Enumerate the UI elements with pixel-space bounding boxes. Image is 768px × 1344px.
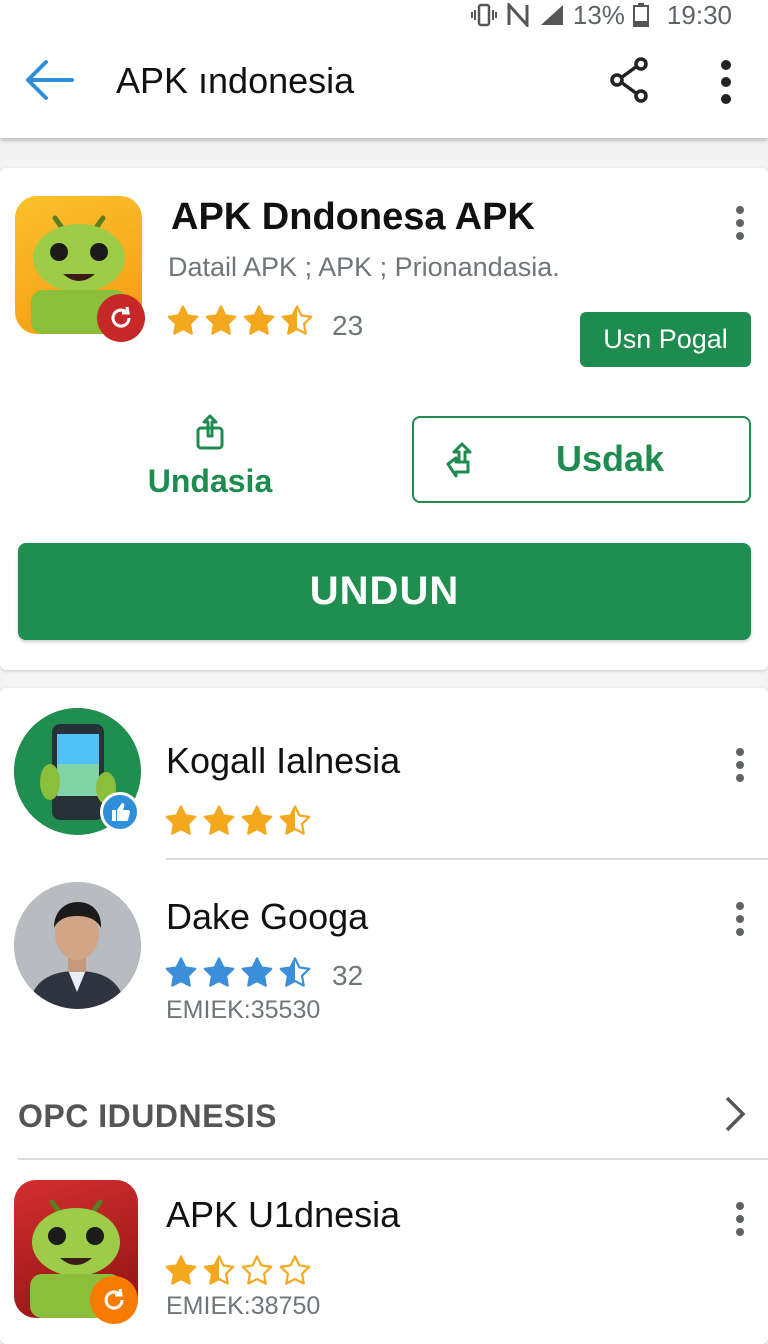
share-action-button[interactable]: Undasia: [140, 412, 280, 502]
list-item[interactable]: Dake Googa 32 EMIEK:35530: [0, 882, 768, 1032]
featured-rating-stars: [166, 304, 314, 338]
divider: [18, 1158, 768, 1160]
section-header[interactable]: OPC IDUDNESIS: [0, 1080, 768, 1150]
featured-more-button[interactable]: [734, 202, 746, 242]
nfc-icon: [505, 3, 531, 27]
star-icon: [203, 957, 235, 987]
star-icon: [165, 957, 197, 987]
share-icon: [610, 57, 648, 103]
battery-icon: [632, 3, 649, 27]
secondary-action-button[interactable]: Usdak: [412, 416, 751, 503]
list-item-title: Kogall Ialnesia: [166, 740, 401, 781]
signal-icon: [539, 3, 565, 27]
like-badge: [100, 792, 140, 832]
refresh-icon: [111, 306, 131, 328]
share-upload-icon: [196, 414, 224, 450]
app-list-card: Kogall Ialnesia Dake Googa 32 EMIEK:3553…: [0, 688, 768, 1344]
vibrate-icon: [470, 3, 497, 27]
list-item-rating-stars: [164, 1254, 312, 1288]
secondary-action-label: Usdak: [556, 438, 665, 479]
featured-rating-count: 23: [332, 310, 364, 341]
star-icon: [165, 1255, 197, 1285]
list-item-more-button[interactable]: [734, 1198, 746, 1238]
featured-app-name: APK Dndonesa APK: [171, 196, 535, 238]
clock: 19:30: [666, 0, 732, 30]
featured-app-subtitle: Datail APK ; APK ; Prionandasia.: [168, 252, 560, 282]
featured-app-icon[interactable]: [15, 196, 145, 342]
person-portrait-image: [14, 882, 140, 1009]
list-item[interactable]: Kogall Ialnesia: [0, 708, 768, 858]
list-item-meta: EMIEK:38750: [166, 1292, 321, 1320]
star-icon: [279, 805, 311, 835]
list-item-meta: EMIEK:35530: [166, 996, 321, 1024]
more-vert-icon: [721, 60, 731, 104]
app-bar: APK ındonesia: [0, 30, 768, 138]
page-title: APK ındonesia: [116, 60, 355, 101]
star-icon: [241, 1255, 273, 1285]
list-item-rating-stars: [164, 956, 312, 990]
list-item-more-button[interactable]: [734, 744, 746, 784]
status-bar: 13% 19:30: [0, 0, 768, 30]
list-item[interactable]: APK U1dnesia EMIEK:38750: [0, 1180, 768, 1330]
overflow-menu-button[interactable]: [712, 58, 740, 106]
app-icon: [14, 1180, 138, 1324]
star-icon: [167, 305, 199, 335]
star-icon: [279, 957, 311, 987]
back-arrow-icon: [26, 60, 74, 100]
list-item-rating-stars: [164, 804, 312, 838]
star-icon: [241, 957, 273, 987]
star-icon: [279, 1255, 311, 1285]
list-item-title: APK U1dnesia: [166, 1194, 401, 1235]
divider: [166, 858, 768, 860]
star-icon: [243, 305, 275, 335]
battery-percent: 13%: [572, 0, 625, 30]
featured-app-card: APK Dndonesa APK Datail APK ; APK ; Prio…: [0, 168, 768, 670]
refresh-icon: [104, 1288, 124, 1310]
star-icon: [165, 805, 197, 835]
update-badge: [97, 294, 145, 342]
list-item-rating-count: 32: [332, 960, 364, 991]
list-item-title: Dake Googa: [166, 896, 369, 937]
primary-action-button[interactable]: UNDUN: [18, 543, 751, 640]
update-badge: [90, 1276, 138, 1324]
tag-button[interactable]: Usn Pogal: [580, 312, 751, 367]
star-icon: [241, 805, 273, 835]
share-button[interactable]: [608, 56, 652, 104]
share-action-label: Undasia: [147, 463, 273, 499]
avatar: [14, 882, 141, 1009]
star-icon: [203, 1255, 235, 1285]
export-icon: [446, 442, 472, 478]
section-title: OPC IDUDNESIS: [18, 1098, 277, 1134]
star-icon: [281, 305, 313, 335]
back-button[interactable]: [22, 58, 76, 102]
chevron-right-icon: [725, 1096, 746, 1132]
thumbs-up-icon: [112, 803, 130, 821]
star-icon: [203, 805, 235, 835]
star-icon: [205, 305, 237, 335]
list-item-more-button[interactable]: [734, 898, 746, 938]
